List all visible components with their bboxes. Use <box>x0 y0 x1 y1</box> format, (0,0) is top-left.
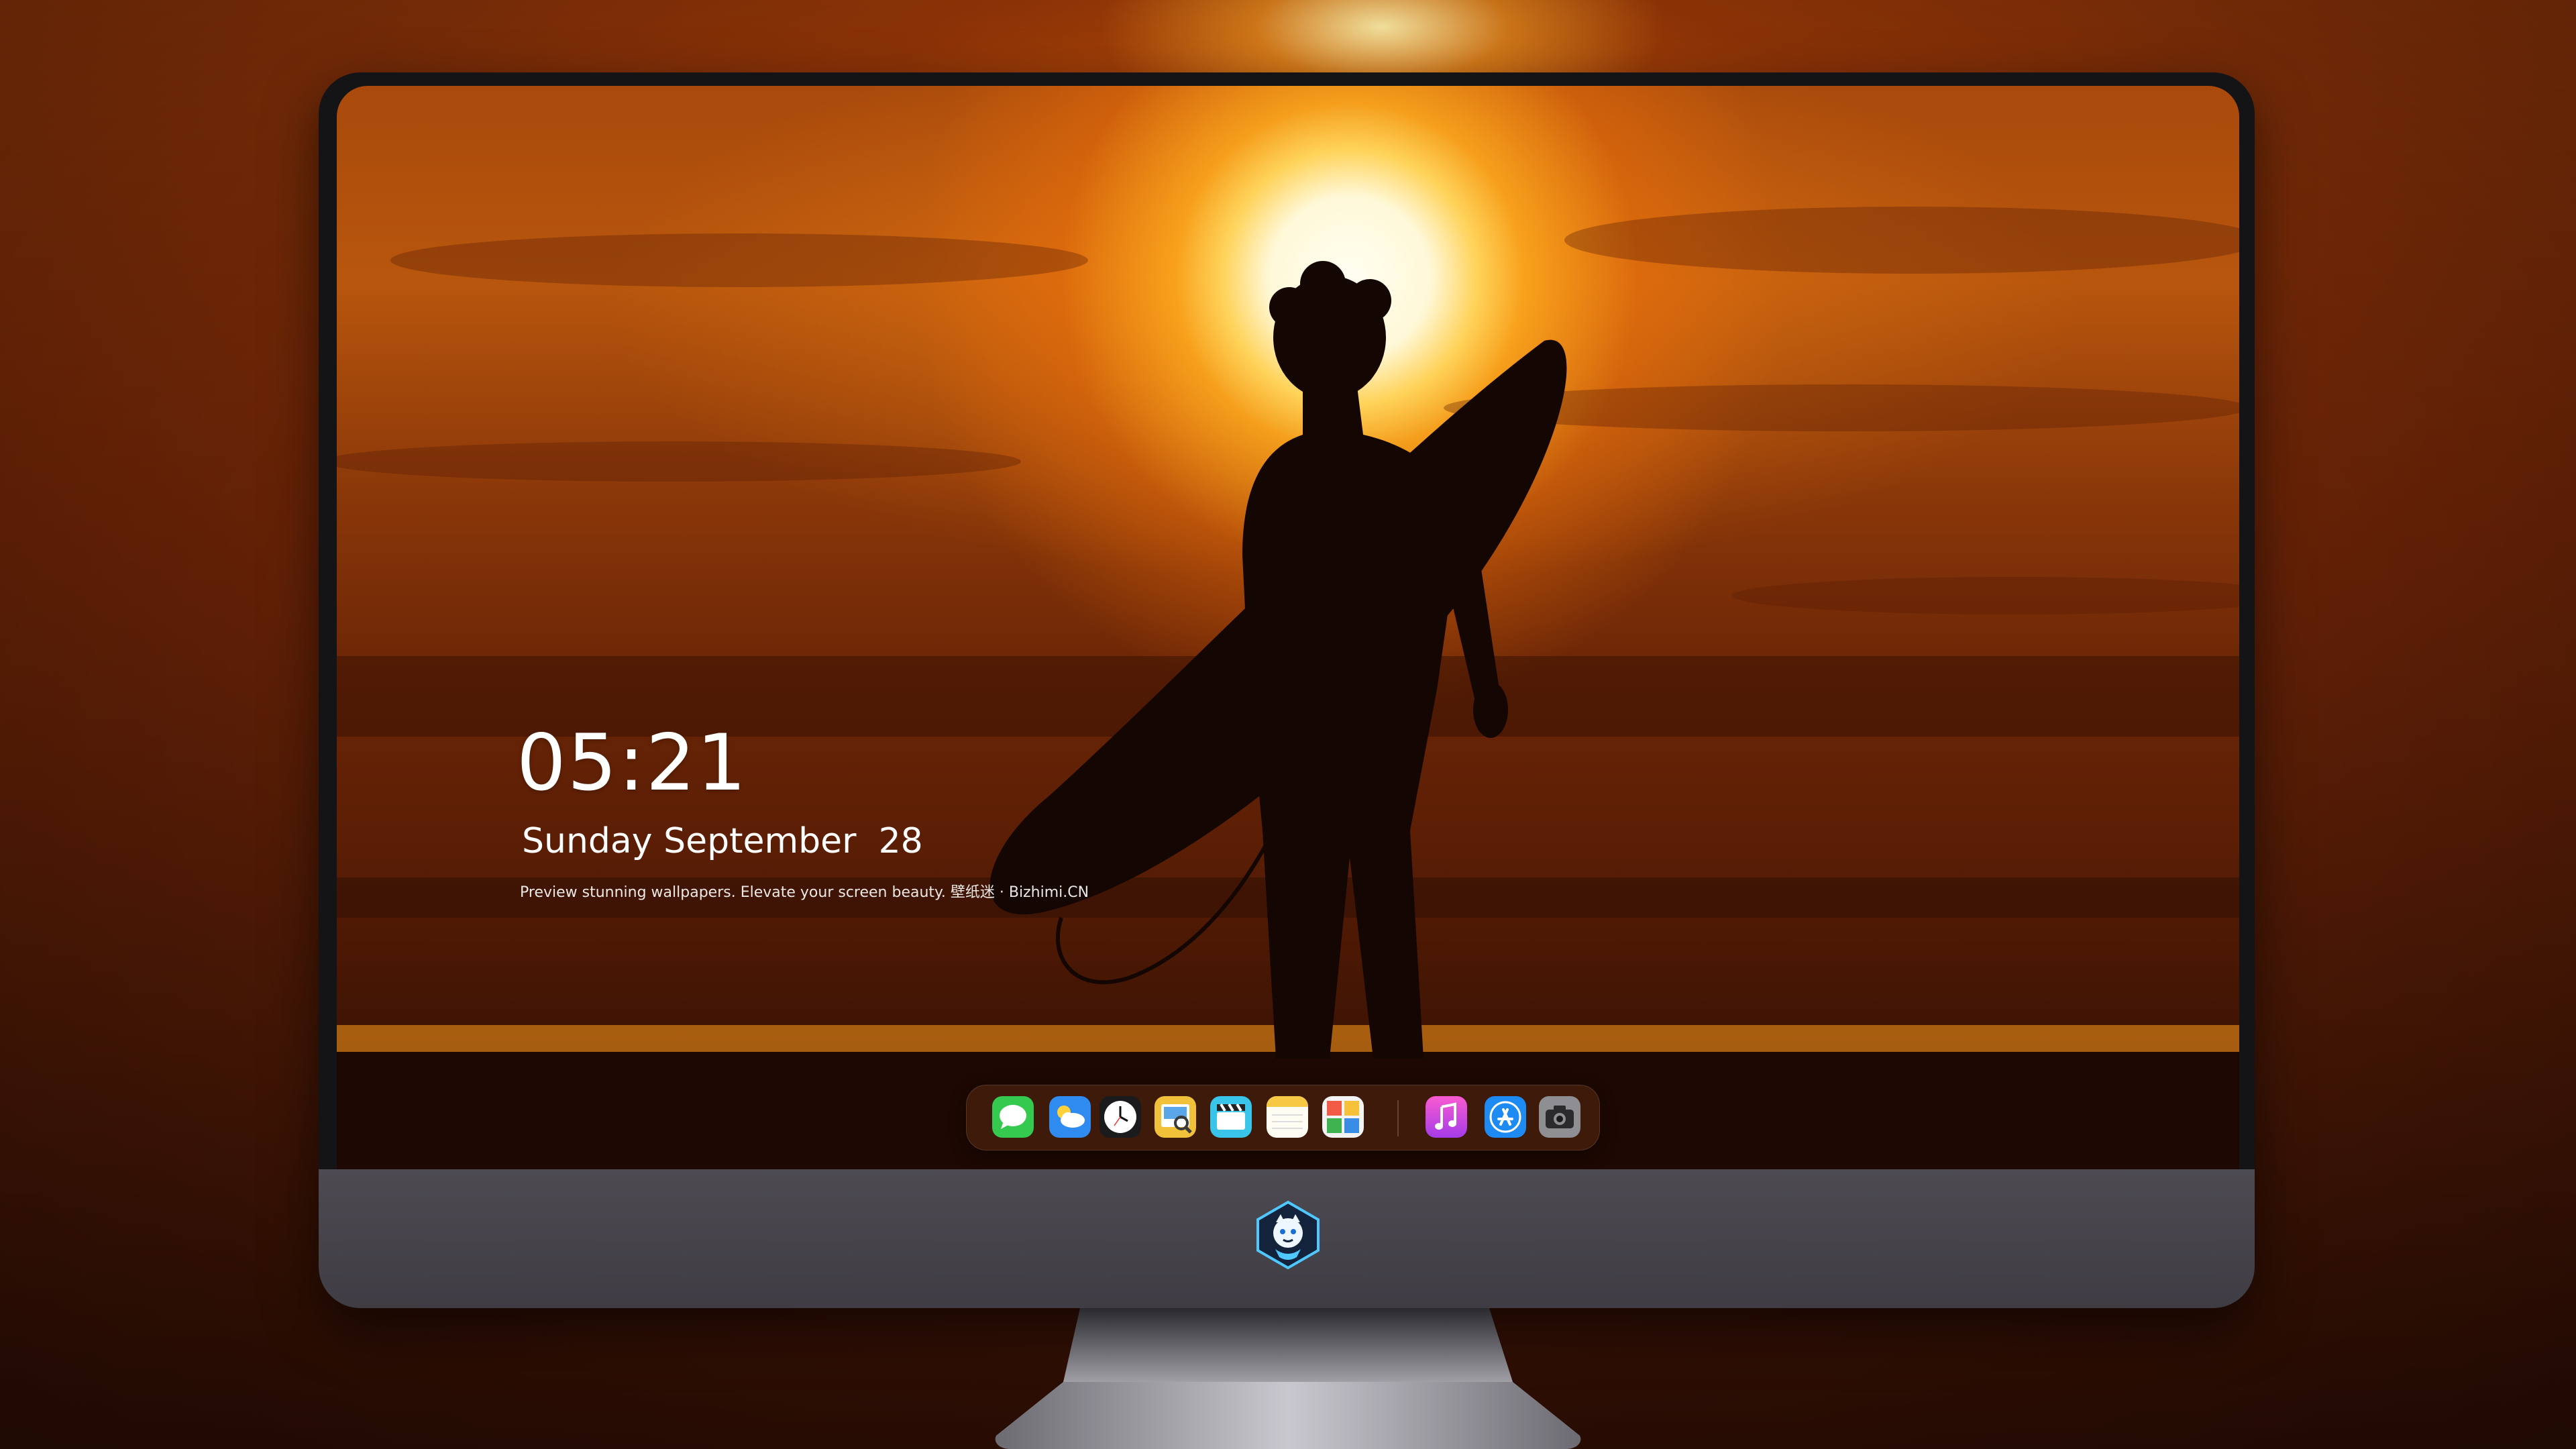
wallpaper <box>337 207 2239 1169</box>
clock-icon[interactable] <box>1099 1096 1141 1138</box>
monitor-stand <box>995 1308 1581 1449</box>
dock-separator <box>1397 1100 1399 1136</box>
weather-icon[interactable] <box>1049 1096 1091 1138</box>
music-note-icon[interactable] <box>1426 1096 1467 1138</box>
messages-icon[interactable] <box>992 1096 1034 1138</box>
clapperboard-icon[interactable] <box>1210 1096 1252 1138</box>
notes-icon[interactable] <box>1267 1096 1308 1138</box>
camera-icon[interactable] <box>1539 1096 1580 1138</box>
brand-logo-icon <box>1252 1199 1324 1271</box>
app-store-icon[interactable] <box>1485 1096 1526 1138</box>
desktop-screen <box>337 86 2239 1169</box>
dock <box>966 1085 1600 1150</box>
lockscreen-time: 05:21 <box>517 718 748 808</box>
photo-booth-icon[interactable] <box>1322 1096 1364 1138</box>
wallpaper-caption: Preview stunning wallpapers. Elevate you… <box>520 884 1089 901</box>
lockscreen-date: Sunday September 28 <box>522 821 923 861</box>
preview-icon[interactable] <box>1155 1096 1196 1138</box>
